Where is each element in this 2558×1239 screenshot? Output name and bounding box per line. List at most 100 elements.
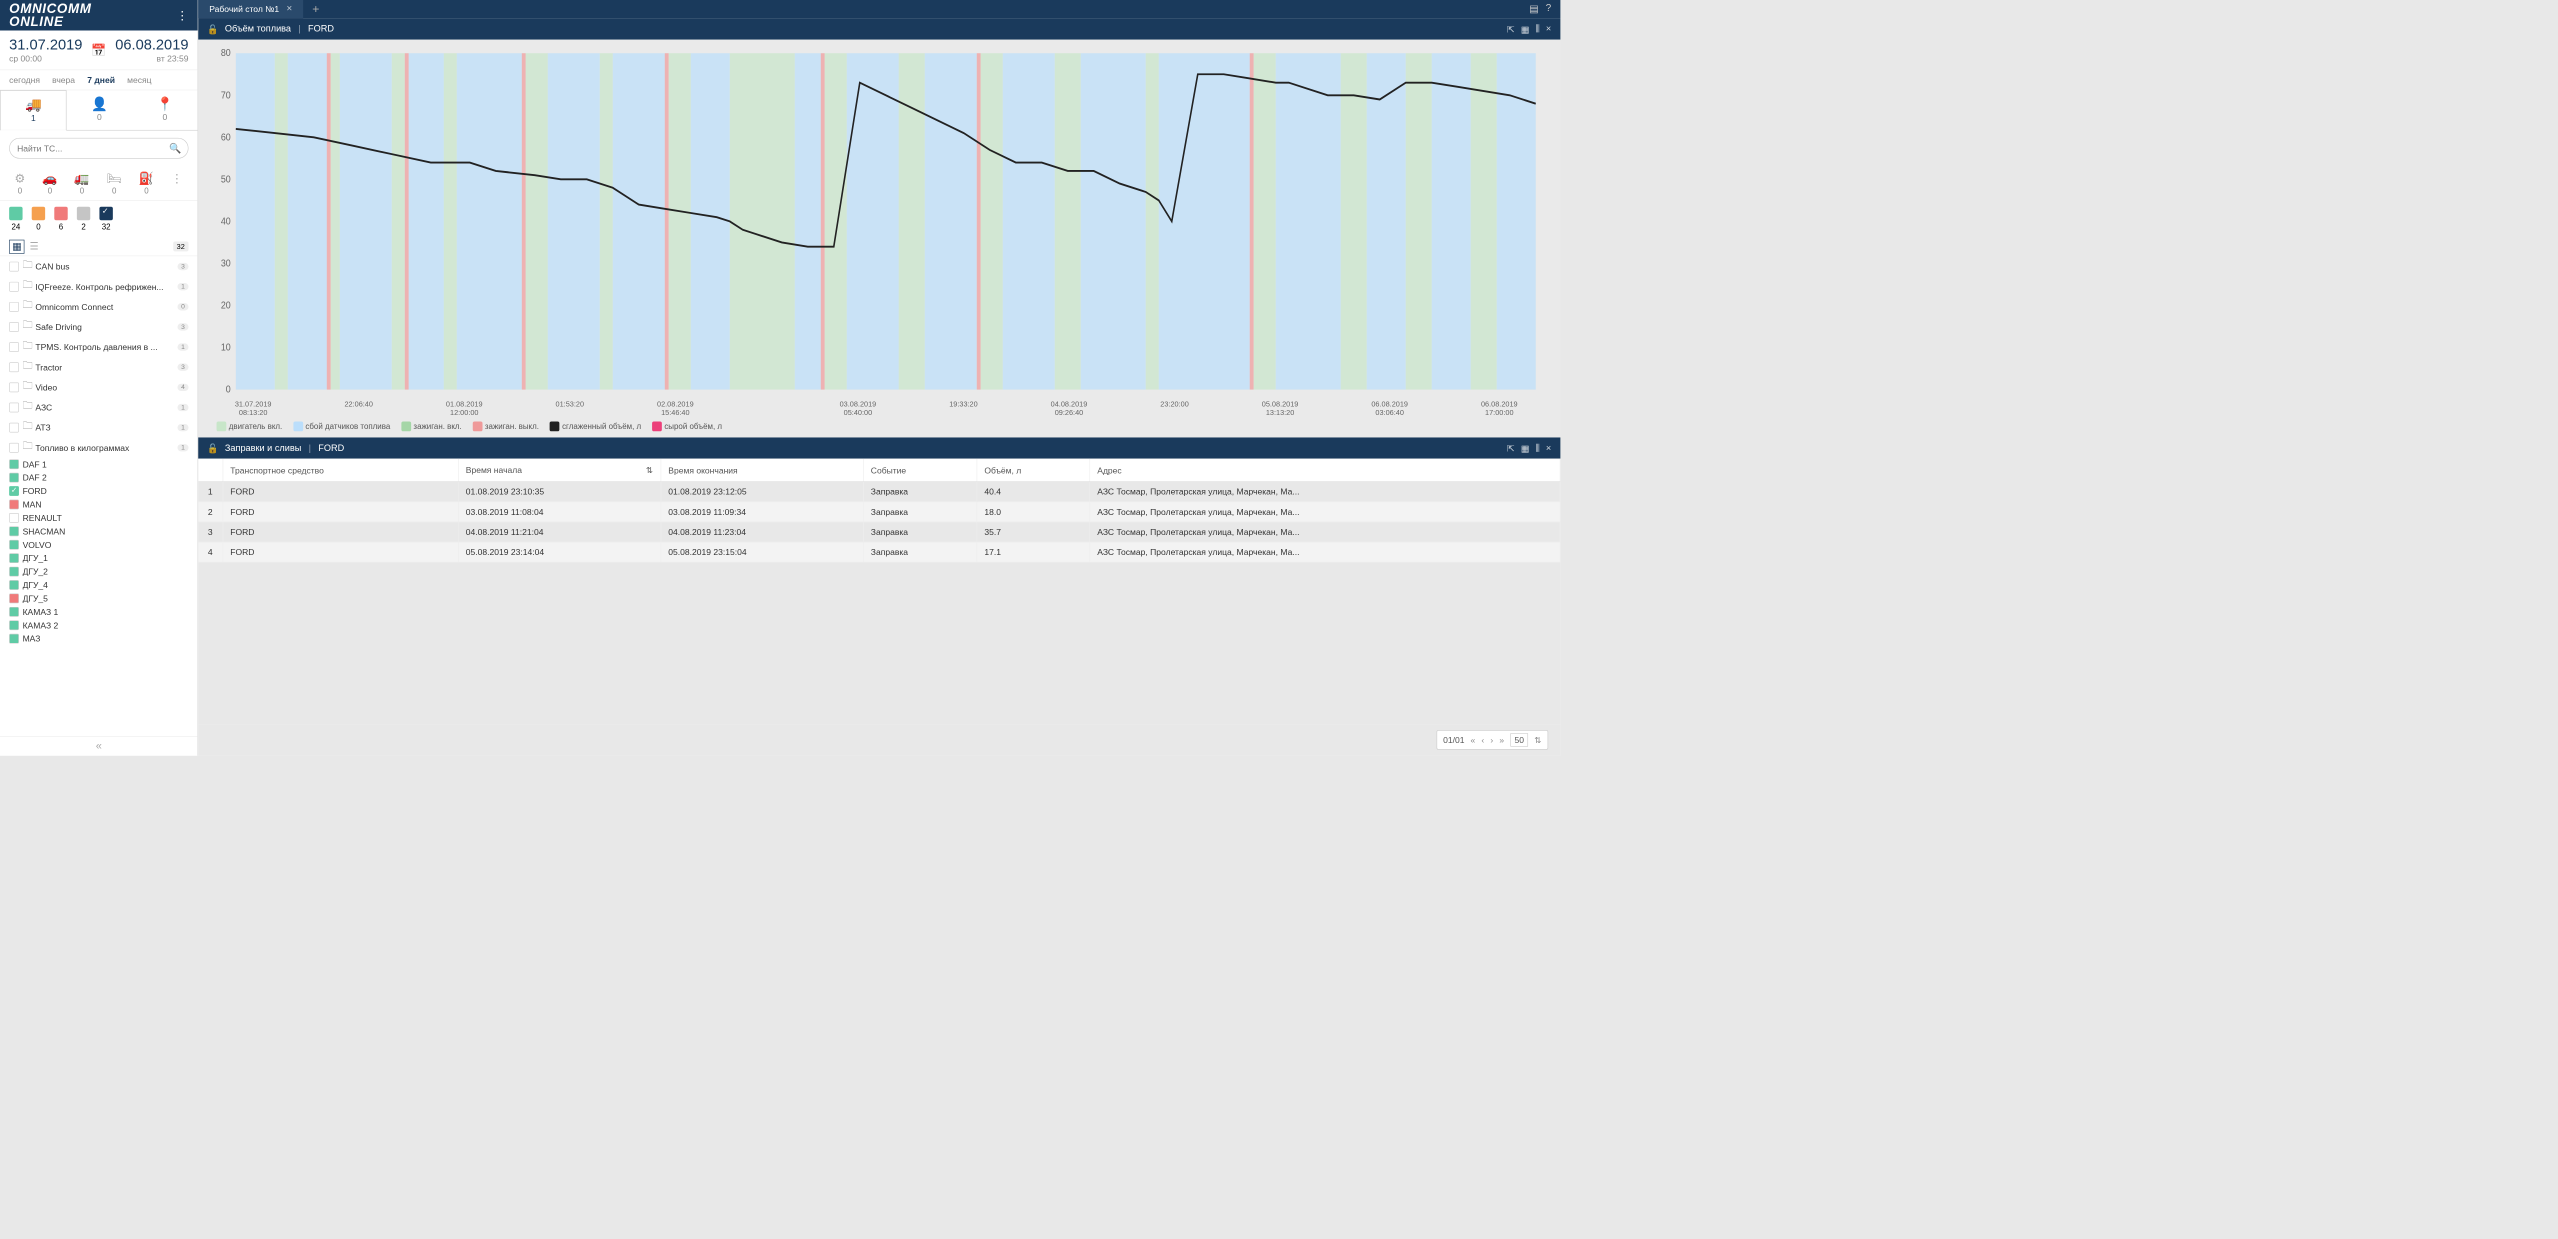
color-filter-1[interactable]: 0 (32, 207, 45, 231)
tab-add-icon[interactable]: + (303, 2, 328, 16)
tree-checkbox[interactable] (9, 282, 19, 292)
legend-item[interactable]: сглаженный объём, л (550, 421, 641, 431)
tree-checkbox[interactable] (9, 473, 19, 483)
pager-size[interactable]: 50 (1510, 733, 1528, 746)
status-filter-2[interactable]: 🚛0 (74, 171, 89, 195)
tree-vehicle[interactable]: MAN (0, 498, 198, 511)
tree-checkbox[interactable] (9, 261, 19, 271)
tree-vehicle[interactable]: SHACMAN (0, 525, 198, 538)
tree-checkbox[interactable] (9, 362, 19, 372)
tree-checkbox[interactable] (9, 486, 19, 496)
panel-columns-icon[interactable]: ⫼ (1536, 443, 1540, 454)
table-header[interactable]: Транспортное средство (223, 459, 458, 482)
quick-month[interactable]: месяц (127, 75, 151, 85)
tree-vehicle[interactable]: ДГУ_2 (0, 565, 198, 578)
tree-folder[interactable]: 🗀АЗС1 (0, 397, 198, 417)
quick-week[interactable]: 7 дней (87, 75, 115, 85)
entity-tab-2[interactable]: 📍0 (132, 90, 197, 130)
tree-vehicle[interactable]: DAF 2 (0, 471, 198, 484)
entity-tab-1[interactable]: 👤0 (67, 90, 132, 130)
tree-vehicle[interactable]: КАМАЗ 1 (0, 605, 198, 618)
tree-checkbox[interactable] (9, 567, 19, 577)
tree-checkbox[interactable] (9, 402, 19, 412)
tree-checkbox[interactable] (9, 594, 19, 604)
tree-folder[interactable]: 🗀TPMS. Контроль давления в ...1 (0, 337, 198, 357)
tree-checkbox[interactable] (9, 513, 19, 523)
tree-checkbox[interactable] (9, 322, 19, 332)
tree-checkbox[interactable] (9, 443, 19, 453)
tree-checkbox[interactable] (9, 500, 19, 510)
color-filter-3[interactable]: 2 (77, 207, 90, 231)
workspace-tab[interactable]: Рабочий стол №1 × (198, 0, 303, 18)
tree-checkbox[interactable] (9, 342, 19, 352)
status-filter-0[interactable]: ⚙0 (15, 171, 26, 195)
tree-checkbox[interactable] (9, 607, 19, 617)
date-to[interactable]: 06.08.2019 вт 23:59 (115, 37, 188, 64)
status-filter-1[interactable]: 🚗0 (42, 171, 57, 195)
date-from[interactable]: 31.07.2019 ср 00:00 (9, 37, 82, 64)
legend-item[interactable]: сбой датчиков топлива (293, 421, 390, 431)
view-grid-icon[interactable]: ▦ (9, 240, 24, 254)
tree-vehicle[interactable]: ДГУ_4 (0, 578, 198, 591)
panel-grid-icon[interactable]: ▦ (1521, 23, 1530, 34)
legend-item[interactable]: сырой объём, л (652, 421, 722, 431)
panel-columns-icon[interactable]: ⫼ (1536, 23, 1540, 34)
table-row[interactable]: 4FORD05.08.2019 23:14:0405.08.2019 23:15… (198, 542, 1560, 562)
legend-item[interactable]: зажиган. вкл. (401, 421, 462, 431)
panel-close-icon[interactable]: × (1546, 443, 1551, 454)
tree-vehicle[interactable]: FORD (0, 484, 198, 497)
table-row[interactable]: 1FORD01.08.2019 23:10:3501.08.2019 23:12… (198, 482, 1560, 502)
filter-more-icon[interactable]: ⋮ (171, 171, 183, 195)
table-header[interactable]: Адрес (1090, 459, 1560, 482)
table-header[interactable]: Время начала ⇅ (458, 459, 661, 482)
status-filter-4[interactable]: ⛽0 (139, 171, 154, 195)
view-list-icon[interactable]: ☰ (27, 240, 41, 253)
table-header[interactable]: Время окончания (661, 459, 864, 482)
tree-folder[interactable]: 🗀Топливо в килограммах1 (0, 437, 198, 457)
lock-icon[interactable]: 🔓 (207, 23, 218, 34)
tree-checkbox[interactable] (9, 553, 19, 563)
pager-prev-icon[interactable]: ‹ (1481, 735, 1484, 745)
panel-export-icon[interactable]: ⇱ (1507, 23, 1515, 34)
color-filter-4[interactable]: 32 (99, 207, 112, 231)
pager-size-stepper[interactable]: ⇅ (1534, 735, 1541, 745)
color-filter-0[interactable]: 24 (9, 207, 22, 231)
panel-close-icon[interactable]: × (1546, 23, 1551, 34)
table-row[interactable]: 2FORD03.08.2019 11:08:0403.08.2019 11:09… (198, 502, 1560, 522)
panel-grid-icon[interactable]: ▦ (1521, 443, 1530, 454)
status-filter-3[interactable]: 🛏0 (106, 171, 121, 195)
tree-checkbox[interactable] (9, 620, 19, 630)
tree-checkbox[interactable] (9, 580, 19, 590)
legend-item[interactable]: двигатель вкл. (217, 421, 283, 431)
color-filter-2[interactable]: 6 (54, 207, 67, 231)
tree-checkbox[interactable] (9, 540, 19, 550)
tree-checkbox[interactable] (9, 422, 19, 432)
tree-folder[interactable]: 🗀IQFreeze. Контроль рефрижен...1 (0, 276, 198, 296)
pager-last-icon[interactable]: » (1499, 735, 1504, 745)
table-header[interactable]: Объём, л (977, 459, 1090, 482)
tree-checkbox[interactable] (9, 302, 19, 312)
lock-icon[interactable]: 🔓 (207, 443, 218, 454)
sidebar-collapse-icon[interactable]: « (0, 736, 198, 756)
quick-today[interactable]: сегодня (9, 75, 40, 85)
tab-close-icon[interactable]: × (286, 4, 292, 15)
table-header[interactable] (198, 459, 222, 482)
panel-export-icon[interactable]: ⇱ (1507, 443, 1515, 454)
search-icon[interactable]: 🔍 (169, 142, 181, 154)
pager-next-icon[interactable]: › (1490, 735, 1493, 745)
legend-item[interactable]: зажиган. выкл. (473, 421, 539, 431)
table-header[interactable]: Событие (863, 459, 977, 482)
menu-dots-icon[interactable]: ⋮ (176, 8, 188, 23)
tree-vehicle[interactable]: VOLVO (0, 538, 198, 551)
tree-folder[interactable]: 🗀Tractor3 (0, 357, 198, 377)
tree-vehicle[interactable]: ДГУ_1 (0, 551, 198, 564)
tree-vehicle[interactable]: ДГУ_5 (0, 592, 198, 605)
tree-checkbox[interactable] (9, 526, 19, 536)
layout-icon[interactable]: ▤ (1529, 3, 1538, 15)
tree-vehicle[interactable]: МАЗ (0, 632, 198, 645)
tree-checkbox[interactable] (9, 634, 19, 644)
search-input[interactable] (9, 138, 188, 159)
quick-yesterday[interactable]: вчера (52, 75, 75, 85)
tree-folder[interactable]: 🗀Video4 (0, 377, 198, 397)
help-icon[interactable]: ? (1546, 3, 1551, 15)
